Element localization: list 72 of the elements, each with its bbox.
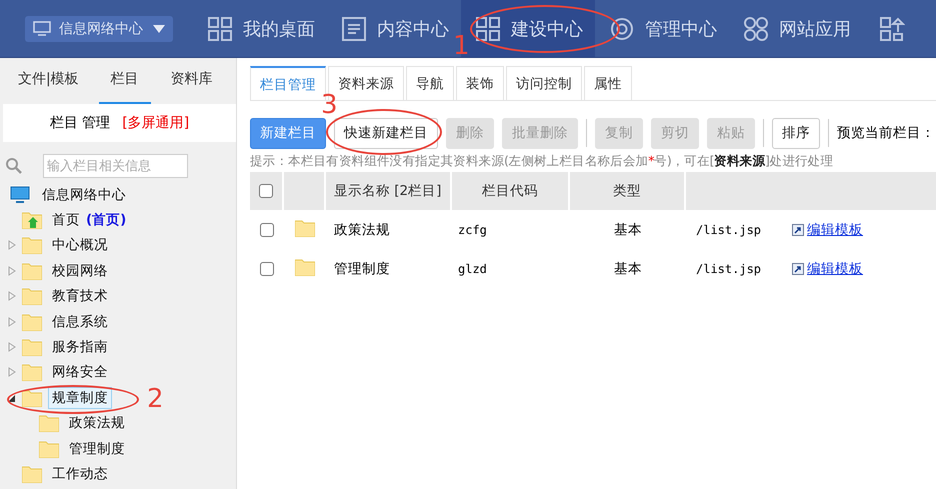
tab[interactable]: 导航 <box>406 66 454 100</box>
checkbox[interactable] <box>259 184 273 198</box>
tree-item[interactable]: 教育技术 <box>48 285 112 308</box>
table-cell: 政策法规 <box>334 222 390 238</box>
folder-icon <box>22 464 42 483</box>
document-icon <box>341 16 367 42</box>
folder-icon <box>39 414 59 432</box>
table-cell: 管理制度 <box>334 260 390 276</box>
column-header: 栏目代码 <box>452 172 570 210</box>
edit-link-icon <box>792 224 804 236</box>
tree-item[interactable]: 管理制度 <box>65 438 129 460</box>
edit-link[interactable]: 编辑模板 <box>807 222 863 238</box>
hint-text: 提示：本栏目有资料组件没有指定其资料来源(左侧树上栏目名称后会加*号)，可在[资料来源]处进行处理 <box>250 153 834 170</box>
settings-icon <box>609 16 635 42</box>
tab[interactable]: 属性 <box>584 66 632 100</box>
monitor-icon <box>10 186 30 204</box>
tree-item[interactable]: 规章制度 <box>48 386 112 409</box>
nav-tab[interactable]: 网站应用 <box>729 0 863 57</box>
tree-item[interactable]: 网络安全 <box>48 361 112 384</box>
nav-tab[interactable]: 管理中心 <box>595 0 729 57</box>
edit-link-icon <box>792 262 804 275</box>
folder-icon <box>22 388 42 407</box>
folder-icon <box>22 262 42 280</box>
folder-icon <box>22 287 42 306</box>
tab[interactable]: 访问控制 <box>506 66 582 100</box>
tree-item[interactable]: 校园网络 <box>48 260 112 282</box>
grid-icon <box>207 16 233 42</box>
tree-item[interactable]: 服务指南 <box>48 336 112 358</box>
column-header: 显示名称 [2栏目] <box>326 172 452 210</box>
nav-tab[interactable]: 我的桌面 <box>193 0 327 57</box>
table-cell: zcfg <box>458 222 487 236</box>
table-cell: glzd <box>458 262 487 276</box>
tree-item[interactable]: 首页 <box>48 209 84 232</box>
tree-item[interactable]: 信息网络中心 <box>38 184 130 206</box>
annotation-number: 2 <box>147 386 164 412</box>
folder-icon <box>22 338 42 356</box>
sidebar-tab[interactable]: 文件|模板 <box>6 58 91 104</box>
grid-icon <box>475 16 501 42</box>
apps-icon <box>743 16 769 42</box>
panel-tag: [多屏通用] <box>122 114 190 132</box>
caret-icon <box>153 24 165 32</box>
table-cell: 基本 <box>614 222 642 238</box>
sidebar-tab[interactable]: 资料库 <box>158 58 225 104</box>
folder-icon <box>39 440 59 458</box>
upload-icon[interactable] <box>879 16 905 42</box>
folder-icon <box>22 312 42 331</box>
tree-item[interactable]: 政策法规 <box>65 412 129 434</box>
table-cell: /list.jsp <box>696 262 762 276</box>
folder-icon <box>22 363 42 382</box>
search-field[interactable]: 输入栏目相关信息 <box>43 154 188 178</box>
monitor-icon <box>33 20 51 36</box>
checkbox[interactable] <box>260 222 274 237</box>
toolbar-button[interactable]: 快速新建栏目 <box>334 118 438 148</box>
checkbox[interactable] <box>260 262 274 276</box>
folder-icon <box>22 236 42 254</box>
tree-item[interactable]: 中心概况 <box>48 234 112 256</box>
tree-item[interactable]: 信息系统 <box>48 310 112 333</box>
tree-item[interactable]: 工作动态 <box>48 462 112 485</box>
home-tag: (首页) <box>86 211 126 230</box>
home-folder-icon <box>22 211 42 230</box>
preview-label: 预览当前栏目： <box>837 124 935 142</box>
edit-link[interactable]: 编辑模板 <box>807 260 863 276</box>
folder-icon <box>295 258 315 276</box>
toolbar-button[interactable]: 排序 <box>772 118 820 148</box>
tab[interactable]: 装饰 <box>456 66 504 100</box>
folder-icon <box>295 218 315 236</box>
search-icon <box>5 157 23 175</box>
column-header: 类型 <box>570 172 686 210</box>
panel-title: 栏目 管理 <box>50 114 110 132</box>
table-cell: 基本 <box>614 260 642 276</box>
site-dropdown[interactable]: 信息网络中心 <box>25 16 173 42</box>
table-cell: /list.jsp <box>696 222 762 236</box>
